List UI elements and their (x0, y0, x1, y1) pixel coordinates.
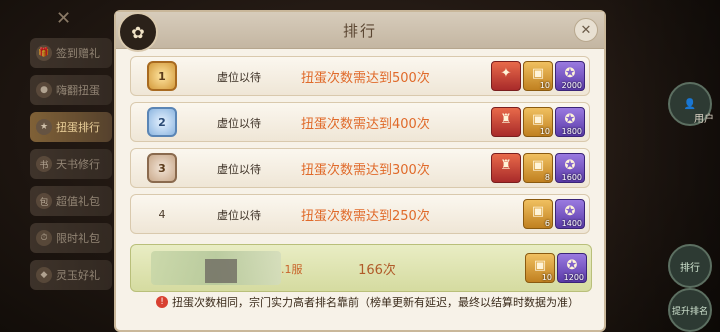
my-ranking-row: .1服 166次 ▣ 10 ✪ 1200 (130, 244, 592, 292)
ranking-label: 排行 (680, 262, 700, 274)
chariot-icon: ♜ (500, 158, 512, 173)
reward-item[interactable]: ✦ (491, 61, 521, 91)
sidebar-item-label: 嗨翻扭蛋 (56, 84, 100, 97)
reward-list: ✦ ▣ 10 ✪ 2000 (491, 61, 585, 91)
table-row: 1 虚位以待 扭蛋次数需达到500次 ✦ ▣ 10 ✪ 2000 (130, 56, 590, 96)
reward-item[interactable]: ✪ 1200 (557, 253, 587, 283)
close-cross-icon[interactable]: ✕ (56, 8, 71, 29)
sidebar-item-limited[interactable]: ⏱ 限时礼包 (30, 223, 112, 253)
coin-icon: ✪ (564, 66, 576, 81)
reward-item[interactable]: ▣ 10 (525, 253, 555, 283)
gold-medal-icon: 1 (147, 61, 177, 91)
timer-icon: ⏱ (36, 230, 52, 246)
rank-up-button[interactable]: 提升排名 (668, 288, 712, 332)
reward-item[interactable]: ♜ (491, 153, 521, 183)
player-name: 虚位以待 (217, 117, 261, 130)
chariot-icon: ♜ (500, 112, 512, 127)
sidebar-item-ranking[interactable]: ★ 扭蛋排行 (30, 112, 112, 142)
bronze-medal-icon: 3 (147, 153, 177, 183)
server-label: .1服 (281, 263, 303, 276)
sidebar-item-capsule[interactable]: ● 嗨翻扭蛋 (30, 75, 112, 105)
sidebar-item-label: 限时礼包 (56, 232, 100, 245)
flame-icon: ✦ (500, 66, 512, 81)
coin-icon: ✪ (564, 158, 576, 173)
reward-item[interactable]: ✪ 1400 (555, 199, 585, 229)
user-icon: 👤 (683, 98, 697, 110)
rank-number: 4 (158, 207, 166, 221)
silver-medal-icon: 2 (147, 107, 177, 137)
requirement-text: 扭蛋次数需达到400次 (301, 117, 430, 132)
coin-icon: ✪ (564, 204, 576, 219)
user-label: 用户 (694, 114, 714, 125)
close-icon: ✕ (580, 22, 592, 38)
sidebar-item-package[interactable]: 包超值礼包 (30, 186, 112, 216)
sidebar-item-jade[interactable]: ◆ 灵玉好礼 (30, 260, 112, 290)
sidebar-item-label: 超值礼包 (56, 195, 100, 208)
ranking-icon: ★ (36, 119, 52, 135)
reward-list: ♜ ▣ 8 ✪ 1600 (491, 153, 585, 183)
ranking-panel: 排行 ✕ 1 虚位以待 扭蛋次数需达到500次 ✦ ▣ 10 ✪ 2000 2 虚位… (114, 10, 606, 332)
sidebar-item-label: 灵玉好礼 (56, 269, 100, 282)
table-row: 4 虚位以待 扭蛋次数需达到250次 ▣ 6 ✪ 1400 (130, 194, 590, 234)
reward-item[interactable]: ▣ 10 (523, 61, 553, 91)
rank-badge: 1 (147, 60, 177, 92)
panel-title: 排行 (342, 22, 377, 40)
reward-list: ▣ 10 ✪ 1200 (525, 253, 587, 283)
reward-item[interactable]: ▣ 8 (523, 153, 553, 183)
package-icon: 包 (36, 193, 52, 209)
player-name: 虚位以待 (217, 71, 261, 84)
reward-list: ♜ ▣ 10 ✪ 1800 (491, 107, 585, 137)
chest-icon: ▣ (533, 258, 547, 273)
warning-icon: ! (156, 296, 168, 308)
player-name: 虚位以待 (217, 163, 261, 176)
coin-icon: ✪ (564, 112, 576, 127)
coin-icon: ✪ (566, 258, 578, 273)
sidebar-item-label: 签到赠礼 (56, 47, 100, 60)
chest-icon: ▣ (531, 204, 545, 219)
reward-item[interactable]: ▣ 6 (523, 199, 553, 229)
ranking-button[interactable]: 排行 (668, 244, 712, 288)
table-row: 3 虚位以待 扭蛋次数需达到300次 ♜ ▣ 8 ✪ 1600 (130, 148, 590, 188)
chest-icon: ▣ (531, 112, 545, 127)
reward-item[interactable]: ✪ 1600 (555, 153, 585, 183)
avatar-mosaic (205, 259, 237, 283)
close-button[interactable]: ✕ (574, 18, 598, 42)
requirement-text: 扭蛋次数需达到250次 (301, 209, 430, 224)
gift-icon: 🎁 (36, 45, 52, 61)
panel-header: 排行 ✕ (116, 12, 604, 49)
requirement-text: 扭蛋次数需达到500次 (301, 71, 430, 86)
sidebar-item-book[interactable]: 书天书修行 (30, 149, 112, 179)
reward-item[interactable]: ♜ (491, 107, 521, 137)
player-name: 虚位以待 (217, 209, 261, 222)
sidebar-item-label: 扭蛋排行 (56, 121, 100, 134)
panel-logo-icon: ✿ (118, 12, 158, 52)
activity-sidebar: 🎁 签到赠礼 ● 嗨翻扭蛋 ★ 扭蛋排行 书天书修行 包超值礼包 ⏱ 限时礼包 ◆ 灵玉好… (30, 38, 112, 297)
rank-badge: 3 (147, 152, 177, 184)
sidebar-item-label: 天书修行 (56, 158, 100, 171)
table-row: 2 虚位以待 扭蛋次数需达到400次 ♜ ▣ 10 ✪ 1800 (130, 102, 590, 142)
reward-list: ▣ 6 ✪ 1400 (523, 199, 585, 229)
capsule-icon: ● (36, 82, 52, 98)
reward-item[interactable]: ✪ 1800 (555, 107, 585, 137)
rank-badge: 2 (147, 106, 177, 138)
chest-icon: ▣ (531, 66, 545, 81)
rank-up-label: 提升排名 (671, 306, 708, 317)
reward-item[interactable]: ✪ 2000 (555, 61, 585, 91)
chest-icon: ▣ (531, 158, 545, 173)
jade-icon: ◆ (36, 267, 52, 283)
book-icon: 书 (36, 156, 52, 172)
note-text: 扭蛋次数相同，宗门实力高者排名靠前（榜单更新有延迟，最终以结算时数据为准） (172, 296, 579, 309)
sidebar-item-signin[interactable]: 🎁 签到赠礼 (30, 38, 112, 68)
ranking-list: 1 虚位以待 扭蛋次数需达到500次 ✦ ▣ 10 ✪ 2000 2 虚位以待 扭蛋… (130, 56, 590, 240)
ranking-note: ! 扭蛋次数相同，宗门实力高者排名靠前（榜单更新有延迟，最终以结算时数据为准） (156, 294, 579, 310)
my-count: 166次 (358, 263, 396, 278)
reward-item[interactable]: ▣ 10 (523, 107, 553, 137)
requirement-text: 扭蛋次数需达到300次 (301, 163, 430, 178)
